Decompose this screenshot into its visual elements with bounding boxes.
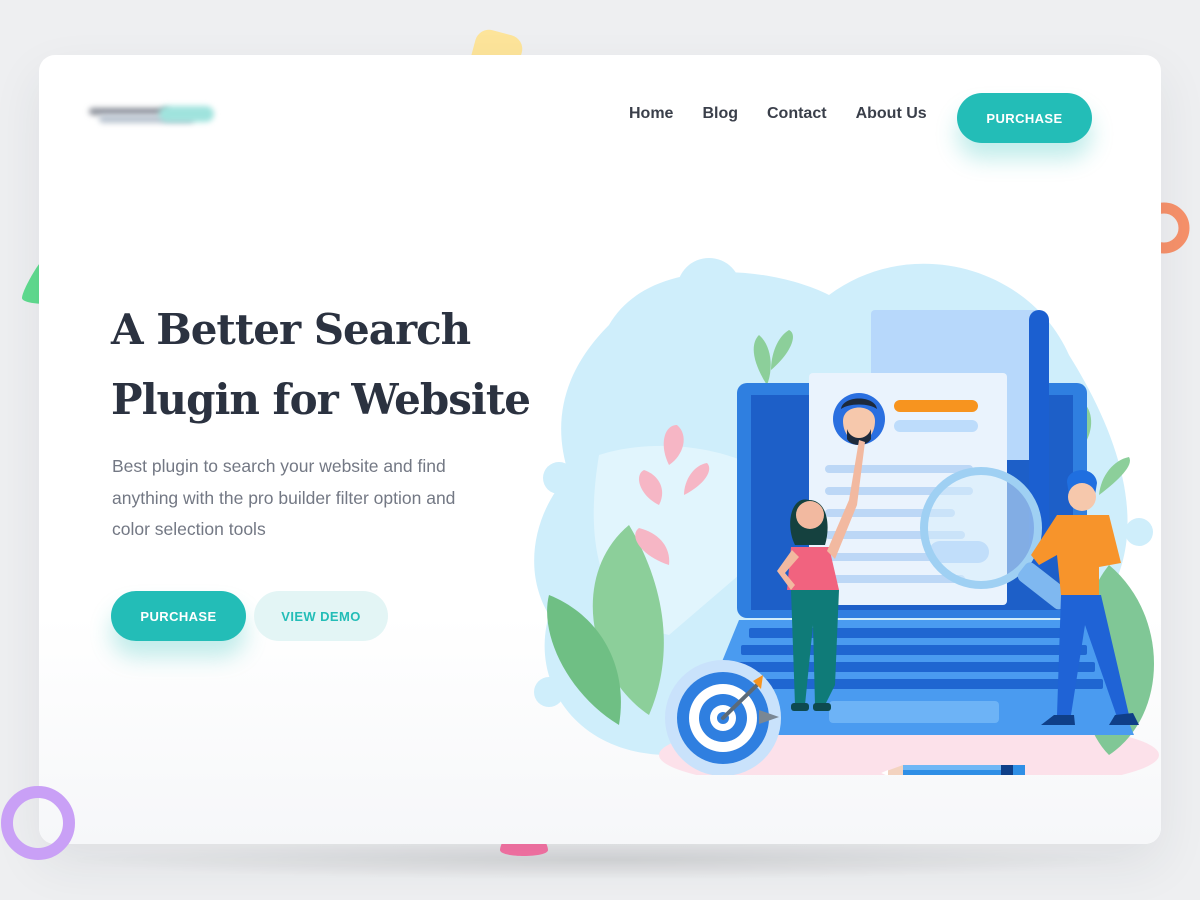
hero-purchase-button[interactable]: PURCHASE (111, 591, 246, 641)
card-shadow (60, 840, 1140, 880)
hero-title-line-1: A Better Search (111, 305, 471, 354)
nav-blog-link[interactable]: Blog (702, 105, 738, 123)
header-purchase-button[interactable]: PURCHASE (957, 93, 1092, 143)
hero-subtitle-line-1: Best plugin to search your website and f… (112, 456, 446, 476)
search-illustration (534, 258, 1159, 775)
logo[interactable] (89, 102, 214, 126)
hero-subtitle-line-2: anything with the pro builder filter opt… (112, 487, 456, 508)
landing-card: Home Blog Contact About Us PURCHASE A Be… (39, 55, 1161, 844)
target-icon (665, 660, 781, 775)
hero-title-line-2: Plugin for Website (111, 375, 531, 424)
nav-contact-link[interactable]: Contact (767, 105, 827, 123)
hero-subtitle-line-3: color selection tools (112, 519, 266, 539)
purple-ring-decoration (1, 786, 75, 860)
view-demo-button[interactable]: VIEW DEMO (254, 591, 388, 641)
top-navigation: Home Blog Contact About Us (629, 105, 927, 123)
nav-home-link[interactable]: Home (629, 105, 673, 123)
hero-subtitle: Best plugin to search your website and f… (112, 451, 532, 546)
pencil-icon (881, 765, 1025, 775)
nav-about-us-link[interactable]: About Us (856, 105, 927, 123)
